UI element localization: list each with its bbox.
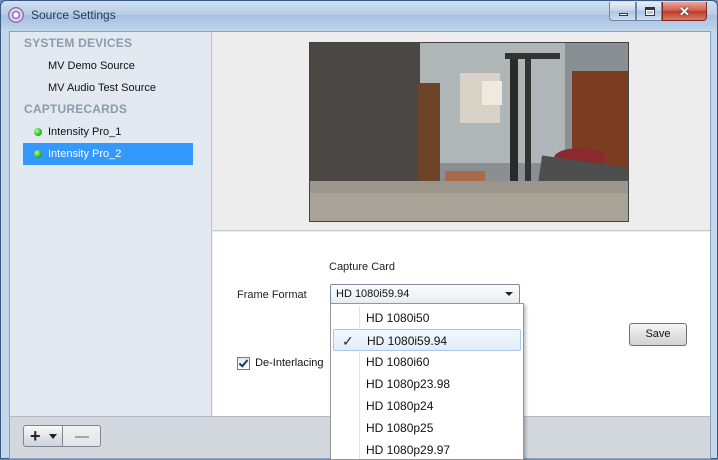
de-interlacing-label: De-Interlacing — [255, 357, 324, 369]
camera-feed-image — [310, 43, 628, 221]
sidebar: SYSTEM DEVICES MV Demo Source MV Audio T… — [10, 32, 212, 416]
remove-source-button[interactable] — [63, 425, 101, 447]
frame-format-value: HD 1080i59.94 — [336, 288, 410, 300]
sidebar-item-label: MV Demo Source — [48, 60, 135, 72]
frame-format-dropdown-list[interactable]: HD 1080i50 ✓ HD 1080i59.94 HD 1080i60 HD… — [330, 303, 524, 460]
option-label: HD 1080i60 — [366, 355, 430, 369]
dropdown-option[interactable]: HD 1080i50 — [333, 307, 521, 329]
save-button[interactable]: Save — [629, 323, 687, 346]
option-label: HD 1080i59.94 — [367, 334, 448, 348]
maximize-icon — [645, 7, 655, 16]
option-label: HD 1080p29.97 — [366, 443, 451, 457]
green-led-icon — [34, 128, 42, 136]
sidebar-item-mv-audio-test-source[interactable]: MV Audio Test Source — [23, 77, 193, 99]
dropdown-option[interactable]: HD 1080p25 — [333, 417, 521, 439]
add-source-button[interactable]: + — [23, 425, 63, 447]
dropdown-option[interactable]: HD 1080p29.97 — [333, 439, 521, 459]
option-label: HD 1080p23.98 — [366, 377, 451, 391]
option-label: HD 1080p24 — [366, 399, 434, 413]
capture-card-label: Capture Card — [329, 261, 396, 273]
plus-icon: + — [30, 426, 41, 446]
frame-format-select[interactable]: HD 1080i59.94 — [330, 284, 520, 304]
checkmark-icon: ✓ — [342, 333, 354, 349]
maximize-button[interactable] — [636, 2, 662, 21]
de-interlacing-checkbox[interactable] — [237, 356, 250, 370]
dropdown-option-selected[interactable]: ✓ HD 1080i59.94 — [333, 329, 521, 351]
dropdown-option[interactable]: HD 1080i60 — [333, 351, 521, 373]
source-settings-window: Source Settings ✕ SYSTEM DEVICES MV Demo… — [0, 0, 718, 460]
sidebar-item-intensity-pro-1[interactable]: Intensity Pro_1 — [23, 121, 193, 143]
option-label: HD 1080p25 — [366, 421, 434, 435]
preview-area — [213, 32, 710, 231]
sidebar-item-label: MV Audio Test Source — [48, 82, 157, 94]
section-heading-system-devices: SYSTEM DEVICES — [24, 36, 133, 50]
video-preview — [309, 42, 629, 222]
close-icon: ✕ — [679, 4, 690, 19]
sidebar-item-label: Intensity Pro_2 — [48, 148, 122, 160]
minimize-icon — [619, 13, 628, 16]
frame-format-label: Frame Format — [237, 289, 307, 301]
app-icon — [8, 7, 24, 23]
section-heading-capturecards: CAPTURECARDS — [24, 102, 128, 116]
close-button[interactable]: ✕ — [662, 2, 707, 21]
de-interlacing-option[interactable]: De-Interlacing — [237, 356, 324, 372]
sidebar-item-intensity-pro-2[interactable]: Intensity Pro_2 — [23, 143, 193, 165]
title-bar[interactable]: Source Settings ✕ — [1, 1, 717, 29]
dropdown-option[interactable]: HD 1080p24 — [333, 395, 521, 417]
sidebar-item-mv-demo-source[interactable]: MV Demo Source — [23, 55, 193, 77]
green-led-icon — [34, 150, 42, 158]
option-label: HD 1080i50 — [366, 311, 430, 325]
minimize-button[interactable] — [609, 2, 636, 21]
dropdown-option[interactable]: HD 1080p23.98 — [333, 373, 521, 395]
window-title: Source Settings — [31, 8, 116, 22]
checkmark-icon — [238, 357, 249, 368]
minus-icon — [75, 436, 89, 438]
chevron-down-icon — [505, 292, 513, 296]
sidebar-item-label: Intensity Pro_1 — [48, 126, 122, 138]
chevron-down-icon — [49, 434, 57, 439]
